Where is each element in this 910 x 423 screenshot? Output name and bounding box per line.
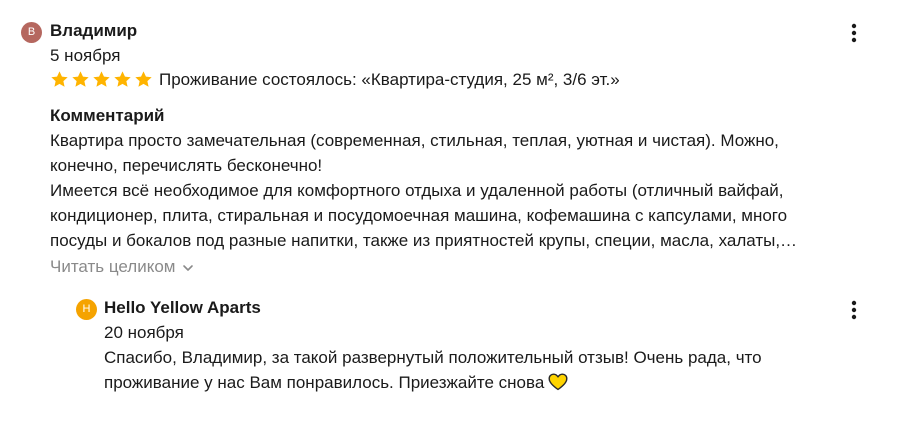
chevron-down-icon xyxy=(183,264,194,271)
comment-line: посуды и бокалов под разные напитки, так… xyxy=(50,231,798,250)
read-more-label: Читать целиком xyxy=(50,257,176,276)
reply-date: 20 ноября xyxy=(104,323,184,342)
star-icon xyxy=(114,71,131,87)
star-icon xyxy=(93,71,110,87)
author-name: Владимир xyxy=(50,21,138,40)
reply-more-options-button[interactable] xyxy=(846,299,862,321)
star-icon xyxy=(72,71,89,87)
comment-heading: Комментарий xyxy=(50,106,165,125)
yellow-heart-icon xyxy=(548,373,568,391)
reply-author-name: Hello Yellow Aparts xyxy=(104,298,261,317)
reply-text-line: Спасибо, Владимир, за такой развернутый … xyxy=(104,348,762,367)
review-date: 5 ноября xyxy=(50,46,121,65)
comment-line: кондиционер, плита, стиральная и посудом… xyxy=(50,206,788,225)
reply-text-last: проживание у нас Вам понравилось. Приезж… xyxy=(104,373,545,392)
star-icon xyxy=(51,71,68,87)
author-avatar: В xyxy=(21,22,42,43)
reply-avatar: H xyxy=(76,299,97,320)
star-icon xyxy=(135,71,152,87)
comment-line: Квартира просто замечательная (современн… xyxy=(50,131,779,150)
review-more-options-button[interactable] xyxy=(846,22,862,44)
comment-line: конечно, перечислять бесконечно! xyxy=(50,156,323,175)
stay-info: Проживание состоялось: «Квартира-студия,… xyxy=(159,70,620,89)
read-more-link[interactable]: Читать целиком xyxy=(50,257,194,277)
more-vertical-icon xyxy=(851,23,857,43)
reply-text-line: проживание у нас Вам понравилось. Приезж… xyxy=(104,373,568,393)
comment-line: Имеется всё необходимое для комфортного … xyxy=(50,181,784,200)
star-rating xyxy=(50,70,155,92)
more-vertical-icon xyxy=(851,300,857,320)
